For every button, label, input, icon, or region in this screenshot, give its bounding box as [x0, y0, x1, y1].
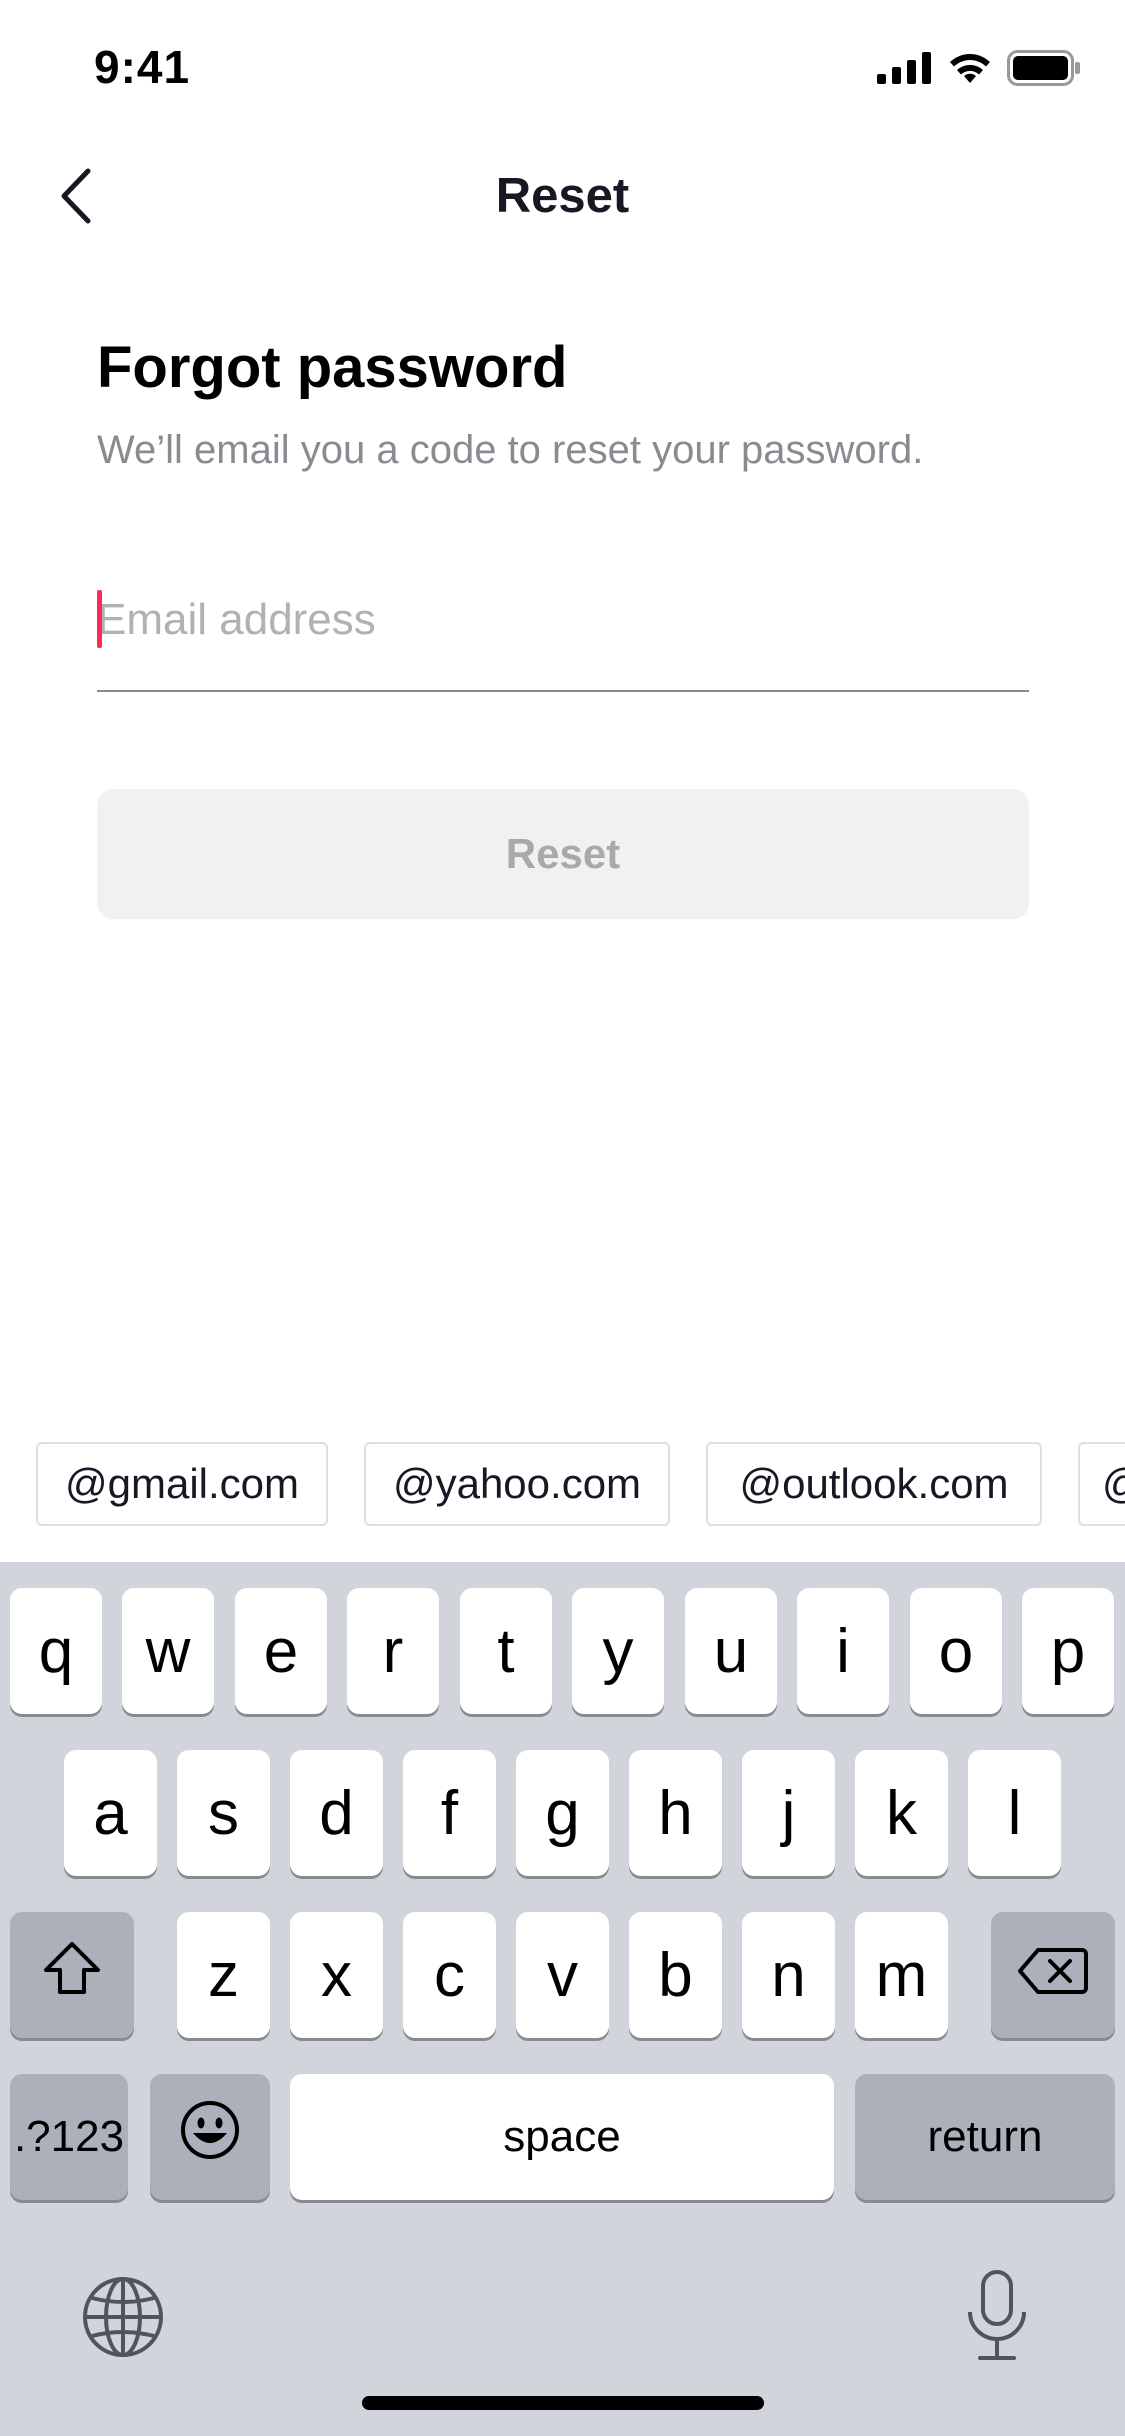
key-l[interactable]: l: [968, 1750, 1061, 1876]
space-key[interactable]: space: [290, 2074, 834, 2200]
key-s[interactable]: s: [177, 1750, 270, 1876]
suggestion-chip-partial[interactable]: @: [1078, 1442, 1125, 1526]
key-w[interactable]: w: [122, 1588, 214, 1714]
key-h[interactable]: h: [629, 1750, 722, 1876]
wifi-icon: [947, 51, 993, 90]
status-bar: 9:41: [0, 0, 1125, 132]
instructions-text: We’ll email you a code to reset your pas…: [97, 428, 924, 472]
microphone-icon[interactable]: [962, 2268, 1032, 2369]
key-q[interactable]: q: [10, 1588, 102, 1714]
key-v[interactable]: v: [516, 1912, 609, 2038]
key-g[interactable]: g: [516, 1750, 609, 1876]
key-u[interactable]: u: [685, 1588, 777, 1714]
key-r[interactable]: r: [347, 1588, 439, 1714]
key-f[interactable]: f: [403, 1750, 496, 1876]
reset-button[interactable]: Reset: [97, 789, 1029, 919]
page-title: Reset: [495, 169, 630, 223]
key-m[interactable]: m: [855, 1912, 948, 2038]
email-field-container: [97, 580, 1029, 692]
key-x[interactable]: x: [290, 1912, 383, 2038]
status-icons: [877, 50, 1081, 91]
key-p[interactable]: p: [1022, 1588, 1114, 1714]
keyboard: q w e r t y u i o p a s d f g h j k l z …: [0, 1562, 1125, 2436]
key-d[interactable]: d: [290, 1750, 383, 1876]
key-e[interactable]: e: [235, 1588, 327, 1714]
shift-key[interactable]: [10, 1912, 134, 2038]
return-key[interactable]: return: [855, 2074, 1115, 2200]
shift-arrow-icon: [42, 1940, 102, 2011]
text-caret: [97, 590, 102, 648]
key-i[interactable]: i: [797, 1588, 889, 1714]
globe-icon[interactable]: [80, 2274, 166, 2365]
key-y[interactable]: y: [572, 1588, 664, 1714]
email-input[interactable]: [97, 580, 1029, 660]
suggestion-chip-yahoo[interactable]: @yahoo.com: [364, 1442, 670, 1526]
navigation-bar: Reset: [0, 132, 1125, 262]
key-k[interactable]: k: [855, 1750, 948, 1876]
key-n[interactable]: n: [742, 1912, 835, 2038]
status-time: 9:41: [94, 41, 191, 93]
backspace-icon: [1018, 1940, 1088, 2011]
battery-icon: [1007, 50, 1081, 91]
key-z[interactable]: z: [177, 1912, 270, 2038]
cellular-signal-icon: [877, 52, 933, 89]
suggestion-chip-gmail[interactable]: @gmail.com: [36, 1442, 328, 1526]
home-indicator: [362, 2396, 764, 2410]
key-a[interactable]: a: [64, 1750, 157, 1876]
key-c[interactable]: c: [403, 1912, 496, 2038]
suggestion-chip-outlook[interactable]: @outlook.com: [706, 1442, 1042, 1526]
key-o[interactable]: o: [910, 1588, 1002, 1714]
forgot-password-heading: Forgot password: [97, 335, 568, 400]
email-domain-suggestions: @gmail.com @yahoo.com @outlook.com @: [0, 1442, 1125, 1526]
numbers-key[interactable]: .?123: [10, 2074, 128, 2200]
key-t[interactable]: t: [460, 1588, 552, 1714]
emoji-key[interactable]: [150, 2074, 270, 2200]
key-j[interactable]: j: [742, 1750, 835, 1876]
emoji-face-icon: [179, 2099, 241, 2176]
key-b[interactable]: b: [629, 1912, 722, 2038]
delete-key[interactable]: [991, 1912, 1115, 2038]
